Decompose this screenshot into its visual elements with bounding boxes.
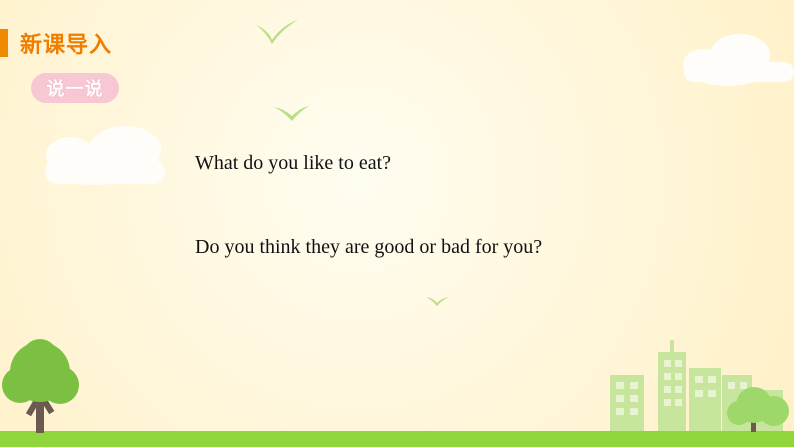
cloud-left	[45, 126, 165, 185]
grass-strip	[0, 431, 794, 447]
activity-badge: 说一说	[31, 73, 119, 103]
section-title: 新课导入	[20, 33, 113, 58]
question-text: What do you like to eat?	[195, 152, 392, 174]
activity-badge-label: 说一说	[46, 79, 104, 100]
slide-background: 新课导入 说一说 What do you like to eat? Do you…	[0, 0, 794, 447]
tree-illustration	[2, 339, 79, 433]
question-text: Do you think they are good or bad for yo…	[195, 236, 543, 258]
background-scene	[0, 20, 794, 447]
bird-icon	[426, 297, 449, 306]
cloud-right	[683, 34, 794, 86]
section-header: 新课导入	[0, 28, 112, 58]
bird-icon	[256, 20, 298, 44]
header-accent-bar	[0, 29, 8, 57]
bird-icon	[274, 106, 309, 121]
